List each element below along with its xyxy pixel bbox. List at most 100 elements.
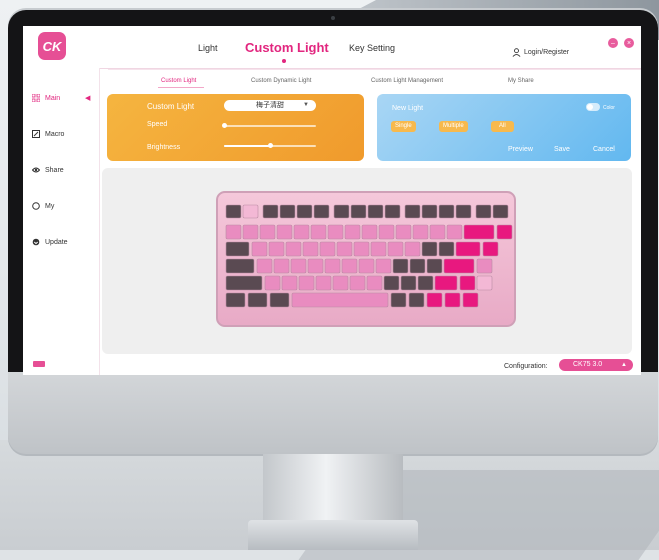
keycap xyxy=(302,241,319,257)
keycap xyxy=(225,258,255,274)
sidebar: Main Macro Share My Update xyxy=(23,68,100,375)
keycap xyxy=(349,275,366,291)
login-label: Login/Register xyxy=(524,49,570,56)
nav-custom-light[interactable]: Custom Light xyxy=(245,40,329,55)
monitor-stand xyxy=(263,454,403,524)
keycap xyxy=(341,258,358,274)
configuration-label: Configuration: xyxy=(504,363,548,370)
sidebar-item-main[interactable]: Main xyxy=(32,94,60,102)
nav-light[interactable]: Light xyxy=(198,43,218,53)
keycap xyxy=(247,292,268,308)
keycap xyxy=(273,258,290,274)
camera-icon xyxy=(331,16,335,20)
mode-all-button[interactable]: All xyxy=(491,121,514,132)
keycap xyxy=(384,204,401,219)
login-button[interactable]: Login/Register xyxy=(512,48,569,57)
brightness-fill xyxy=(224,145,270,147)
keycap xyxy=(404,241,421,257)
macro-icon xyxy=(32,130,40,138)
nav-key-setting[interactable]: Key Setting xyxy=(349,43,395,53)
brightness-slider[interactable] xyxy=(224,143,316,148)
header-divider xyxy=(108,69,641,70)
share-icon xyxy=(32,167,40,173)
keycap xyxy=(443,258,475,274)
mode-multiple-button[interactable]: Multiple xyxy=(439,121,468,132)
tab-my-share[interactable]: My Share xyxy=(508,78,534,84)
keycap xyxy=(438,204,455,219)
active-nav-indicator xyxy=(282,59,286,63)
keycap xyxy=(344,224,361,240)
preset-value: 梅子清甜 xyxy=(256,102,284,109)
sidebar-item-label: Macro xyxy=(45,130,65,138)
chevron-up-icon: ▲ xyxy=(621,362,627,368)
grid-icon xyxy=(32,94,40,102)
update-icon xyxy=(32,238,40,246)
brightness-knob[interactable] xyxy=(268,143,273,148)
keycap xyxy=(421,204,438,219)
keycap xyxy=(358,258,375,274)
keycap xyxy=(492,204,509,219)
tab-custom-light-management[interactable]: Custom Light Management xyxy=(371,78,443,84)
tab-underline xyxy=(158,87,204,88)
preset-select[interactable]: 梅子清甜 ▼ xyxy=(224,100,316,111)
app-logo: CK xyxy=(38,32,66,60)
close-button[interactable]: × xyxy=(624,38,634,48)
keycap xyxy=(455,204,472,219)
keycap xyxy=(350,204,367,219)
keycap xyxy=(395,224,412,240)
keycap xyxy=(426,258,443,274)
cancel-button[interactable]: Cancel xyxy=(593,146,615,153)
color-toggle[interactable] xyxy=(586,103,600,111)
keycap xyxy=(463,224,495,240)
keycap xyxy=(285,241,302,257)
keycap xyxy=(392,258,409,274)
keycap xyxy=(225,224,242,240)
keycap xyxy=(353,241,370,257)
keycap xyxy=(408,292,425,308)
keycap xyxy=(400,275,417,291)
keycap xyxy=(370,241,387,257)
custom-light-panel: Custom Light 梅子清甜 ▼ Speed Brightness xyxy=(107,94,364,161)
keycap xyxy=(225,292,246,308)
keycap xyxy=(383,275,400,291)
keycap xyxy=(476,275,493,291)
sidebar-item-update[interactable]: Update xyxy=(32,238,68,246)
keycap xyxy=(404,204,421,219)
mode-single-button[interactable]: Single xyxy=(391,121,416,132)
sidebar-item-share[interactable]: Share xyxy=(32,166,64,174)
monitor-chin xyxy=(8,372,658,454)
keycap xyxy=(279,204,296,219)
keycap xyxy=(268,241,285,257)
speed-knob[interactable] xyxy=(222,123,227,128)
color-toggle-label: Color xyxy=(603,105,615,111)
minimize-icon: – xyxy=(611,39,615,47)
keycap xyxy=(455,241,481,257)
speed-slider[interactable] xyxy=(222,123,316,128)
keycap xyxy=(412,224,429,240)
keycap xyxy=(319,241,336,257)
brightness-label: Brightness xyxy=(147,144,181,151)
sidebar-item-label: Share xyxy=(45,166,64,174)
keycap xyxy=(332,275,349,291)
keycap xyxy=(291,292,389,308)
tab-custom-light[interactable]: Custom Light xyxy=(161,78,196,84)
keycap xyxy=(476,258,493,274)
panel-title: Custom Light xyxy=(147,102,195,111)
configuration-select[interactable]: CK75 3.0 ▲ xyxy=(559,359,633,371)
tab-custom-dynamic-light[interactable]: Custom Dynamic Light xyxy=(251,78,311,84)
minimize-button[interactable]: – xyxy=(608,38,618,48)
keycap xyxy=(462,292,479,308)
preview-button[interactable]: Preview xyxy=(508,146,533,153)
monitor-base xyxy=(248,520,418,550)
keycap xyxy=(293,224,310,240)
keycap xyxy=(409,258,426,274)
app-screen: CK Light Custom Light Key Setting Login/… xyxy=(23,26,641,375)
keycap xyxy=(298,275,315,291)
sidebar-item-macro[interactable]: Macro xyxy=(32,130,64,138)
keycap xyxy=(262,204,279,219)
save-button[interactable]: Save xyxy=(554,146,570,153)
keycap xyxy=(242,204,259,219)
chevron-down-icon: ▼ xyxy=(303,102,309,108)
sidebar-item-my[interactable]: My xyxy=(32,202,54,210)
sidebar-item-label: My xyxy=(45,202,55,210)
